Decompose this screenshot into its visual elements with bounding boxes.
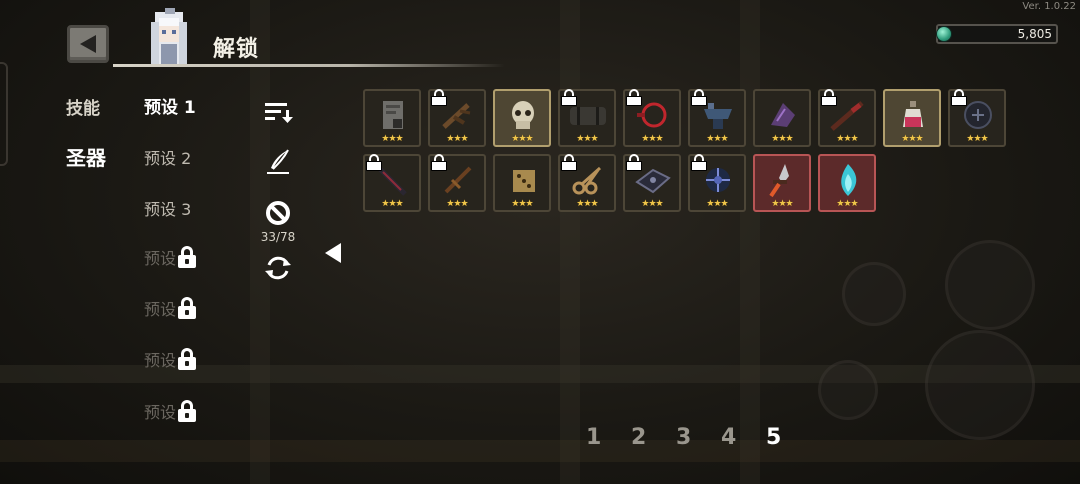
star-rating: ★★★: [446, 199, 468, 209]
page-button-5[interactable]: 5: [766, 425, 781, 450]
relic-slot[interactable]: ★★★: [623, 89, 681, 147]
relic-slot[interactable]: ★★★: [493, 89, 551, 147]
relic-slot[interactable]: ★★★: [363, 89, 421, 147]
preset-item-1[interactable]: 预设 1: [144, 93, 196, 118]
refresh-button[interactable]: [263, 253, 293, 283]
relic-slot[interactable]: ★★★: [623, 154, 681, 212]
title-divider: [113, 64, 505, 67]
purple-crystal-relic-icon: [771, 103, 795, 127]
star-rating: ★★★: [836, 199, 858, 209]
skull-relic-icon: [512, 101, 534, 129]
lock-icon: [430, 89, 448, 106]
star-rating: ★★★: [576, 199, 598, 209]
star-rating: ★★★: [641, 134, 663, 144]
lock-icon: [365, 154, 383, 171]
back-button[interactable]: [67, 25, 109, 63]
relic-slot[interactable]: ★★★: [428, 89, 486, 147]
page-button-3[interactable]: 3: [676, 425, 691, 450]
relic-slot[interactable]: ★★★: [753, 89, 811, 147]
preset-item-4-locked[interactable]: 预设: [144, 245, 197, 269]
page-button-1[interactable]: 1: [586, 425, 601, 450]
relic-slot[interactable]: ★★★: [688, 89, 746, 147]
star-rating: ★★★: [706, 199, 728, 209]
lock-icon: [625, 89, 643, 106]
lock-icon: [560, 89, 578, 106]
lock-icon: [950, 89, 968, 106]
edit-button[interactable]: [263, 147, 293, 177]
star-rating: ★★★: [511, 134, 533, 144]
lock-icon: [177, 348, 197, 370]
star-rating: ★★★: [381, 134, 403, 144]
preset-item-6-locked[interactable]: 预设: [144, 347, 197, 371]
lock-icon: [430, 154, 448, 171]
star-rating: ★★★: [446, 134, 468, 144]
lock-icon: [625, 154, 643, 171]
category-tab-skills[interactable]: 技能: [66, 94, 100, 119]
preset-label: 预设 2: [144, 149, 192, 168]
preset-label: 预设 1: [144, 98, 196, 118]
feather-pen-icon: [267, 149, 289, 174]
preset-item-3[interactable]: 预设 3: [144, 196, 191, 220]
preset-label: 预设: [144, 403, 177, 422]
lock-icon: [177, 246, 197, 268]
currency-value: 5,805: [1017, 27, 1052, 41]
preset-label: 预设: [144, 300, 177, 319]
preset-item-5-locked[interactable]: 预设: [144, 296, 197, 320]
star-rating: ★★★: [381, 199, 403, 209]
potion-relic-icon: [903, 101, 923, 127]
pagination: 1 2 3 4 5: [586, 425, 781, 450]
relic-slot[interactable]: ★★★: [688, 154, 746, 212]
relic-slot[interactable]: ★★★: [818, 154, 876, 212]
relic-slot[interactable]: ★★★: [558, 89, 616, 147]
relic-slot[interactable]: ★★★: [493, 154, 551, 212]
relic-slot[interactable]: ★★★: [363, 154, 421, 212]
preset-label: 预设 3: [144, 200, 192, 219]
lock-icon: [690, 154, 708, 171]
page-title: 解锁: [213, 37, 260, 62]
lock-icon: [177, 400, 197, 422]
dice-relic-icon: [513, 170, 535, 192]
lock-icon: [177, 297, 197, 319]
star-rating: ★★★: [901, 134, 923, 144]
sort-button[interactable]: [262, 99, 294, 125]
relic-counter: 33/78: [260, 230, 296, 244]
lock-icon: [560, 154, 578, 171]
dagger-relic-icon: [769, 164, 789, 198]
currency-display: 5,805: [936, 24, 1058, 44]
lock-icon: [690, 89, 708, 106]
gem-icon: [936, 26, 952, 42]
preset-label: 预设: [144, 249, 177, 268]
star-rating: ★★★: [706, 134, 728, 144]
relic-slot[interactable]: ★★★: [428, 154, 486, 212]
star-rating: ★★★: [966, 134, 988, 144]
clear-button[interactable]: [265, 200, 291, 226]
preset-item-2[interactable]: 预设 2: [144, 145, 191, 169]
preset-item-7-locked[interactable]: 预设: [144, 399, 197, 423]
back-arrow-icon: [80, 35, 96, 53]
relic-slot[interactable]: ★★★: [753, 154, 811, 212]
star-rating: ★★★: [511, 199, 533, 209]
relic-slot[interactable]: ★★★: [948, 89, 1006, 147]
star-rating: ★★★: [771, 199, 793, 209]
prohibit-icon: [266, 201, 290, 225]
cyan-flame-relic-icon: [841, 164, 857, 196]
relic-slot[interactable]: ★★★: [883, 89, 941, 147]
relic-slot[interactable]: ★★★: [818, 89, 876, 147]
category-tab-relics[interactable]: 圣器: [66, 142, 106, 171]
sort-icon: [265, 103, 293, 123]
avatar: [141, 8, 197, 66]
star-rating: ★★★: [641, 199, 663, 209]
star-rating: ★★★: [771, 134, 793, 144]
scroll-relic-icon: [383, 101, 403, 129]
page-button-2[interactable]: 2: [631, 425, 646, 450]
relic-slot[interactable]: ★★★: [558, 154, 616, 212]
preset-label: 预设: [144, 351, 177, 370]
lock-icon: [820, 89, 838, 106]
refresh-icon: [265, 256, 291, 280]
page-button-4[interactable]: 4: [721, 425, 736, 450]
version-label: Ver. 1.0.22: [1022, 1, 1076, 12]
star-rating: ★★★: [836, 134, 858, 144]
collapse-arrow-icon[interactable]: [325, 243, 341, 263]
star-rating: ★★★: [576, 134, 598, 144]
